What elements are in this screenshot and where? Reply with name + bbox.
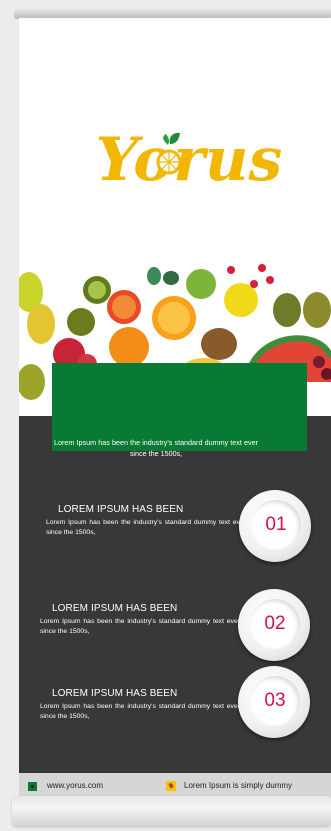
step-number: 02: [250, 599, 300, 649]
footer-bar: www.yorus.com Lorem Ipsum is simply dumm…: [19, 773, 331, 798]
feature-title: LOREM IPSUM HAS BEEN: [58, 504, 184, 515]
rollup-banner: Yorus Lorem Ipsum has been the industry'…: [19, 18, 331, 773]
orange-slice-icon: [156, 149, 182, 175]
address-text: Lorem Ipsum is simply dummy: [184, 781, 293, 790]
feature-title: LOREM IPSUM HAS BEEN: [52, 603, 178, 614]
website-link[interactable]: www.yorus.com: [47, 781, 103, 790]
step-number: 01: [251, 500, 301, 550]
feature-title: LOREM IPSUM HAS BEEN: [52, 688, 178, 699]
step-badge: 01: [239, 490, 311, 562]
location-pin-icon: [166, 781, 176, 791]
banner-base-stand: [12, 796, 331, 826]
feature-body: Lorem Ipsum has been the industry's stan…: [40, 618, 240, 635]
step-badge: 02: [238, 589, 310, 661]
step-number: 03: [250, 676, 300, 726]
yorus-logo: Yorus: [96, 125, 283, 195]
step-badge: 03: [238, 666, 310, 738]
feature-body: Lorem Ipsum has been the industry's stan…: [46, 519, 246, 536]
feature-body: Lorem Ipsum has been the industry's stan…: [40, 703, 240, 720]
logo-wordmark: Yorus: [96, 125, 283, 195]
intro-text: Lorem Ipsum has been the industry's stan…: [54, 438, 258, 458]
globe-icon: [28, 782, 37, 791]
